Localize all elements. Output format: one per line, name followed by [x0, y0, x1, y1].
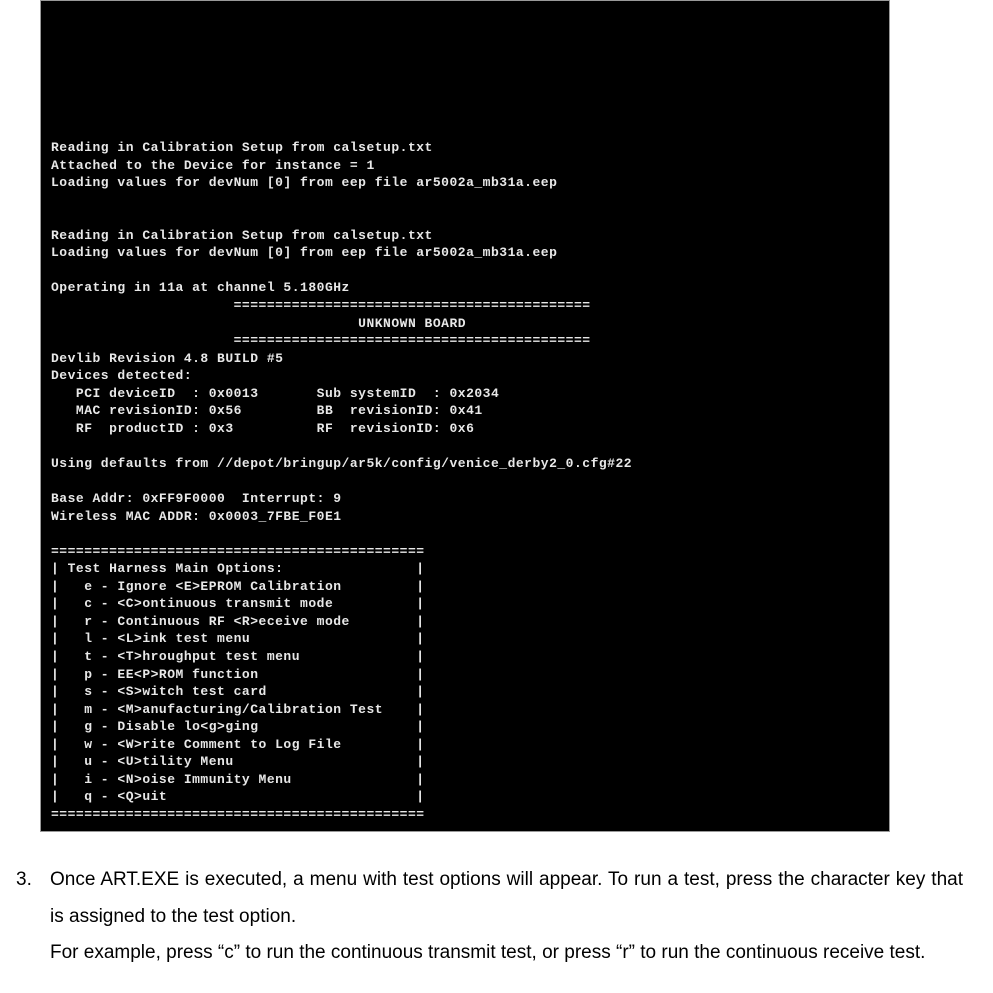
- term-separator: ========================================…: [51, 298, 591, 313]
- term-menu-item-i[interactable]: | i - <N>oise Immunity Menu |: [51, 772, 425, 787]
- term-board-label: UNKNOWN BOARD: [51, 316, 466, 331]
- term-line: Reading in Calibration Setup from calset…: [51, 140, 433, 155]
- step-text-2: For example, press “c” to run the contin…: [50, 942, 925, 963]
- term-line: Base Addr: 0xFF9F0000 Interrupt: 9: [51, 491, 342, 506]
- term-menu-item-r[interactable]: | r - Continuous RF <R>eceive mode |: [51, 614, 425, 629]
- term-line: Using defaults from //depot/bringup/ar5k…: [51, 456, 632, 471]
- term-device-row: MAC revisionID: 0x56 BB revisionID: 0x41: [51, 403, 483, 418]
- terminal-screenshot: Reading in Calibration Setup from calset…: [40, 0, 890, 832]
- term-menu-item-m[interactable]: | m - <M>anufacturing/Calibration Test |: [51, 702, 425, 717]
- term-menu-item-g[interactable]: | g - Disable lo<g>ging |: [51, 719, 425, 734]
- terminal-top-spacer: [51, 27, 879, 122]
- term-line: Reading in Calibration Setup from calset…: [51, 228, 433, 243]
- term-device-row: RF productID : 0x3 RF revisionID: 0x6: [51, 421, 474, 436]
- step-text-1: Once ART.EXE is executed, a menu with te…: [50, 869, 963, 926]
- term-separator: ========================================…: [51, 333, 591, 348]
- term-line: Wireless MAC ADDR: 0x0003_7FBE_F0E1: [51, 509, 342, 524]
- term-menu-sep: ========================================…: [51, 544, 425, 559]
- step-body: Once ART.EXE is executed, a menu with te…: [50, 862, 963, 970]
- term-line: Devlib Revision 4.8 BUILD #5: [51, 351, 283, 366]
- term-menu-item-w[interactable]: | w - <W>rite Comment to Log File |: [51, 737, 425, 752]
- step-number: 3.: [10, 862, 50, 970]
- term-line: Loading values for devNum [0] from eep f…: [51, 175, 557, 190]
- term-menu-item-t[interactable]: | t - <T>hroughput test menu |: [51, 649, 425, 664]
- term-menu-item-c[interactable]: | c - <C>ontinuous transmit mode |: [51, 596, 425, 611]
- term-menu-sep: ========================================…: [51, 807, 425, 822]
- terminal-content: Reading in Calibration Setup from calset…: [41, 1, 889, 831]
- term-line: Operating in 11a at channel 5.180GHz: [51, 280, 350, 295]
- term-menu-item-u[interactable]: | u - <U>tility Menu |: [51, 754, 425, 769]
- term-menu-item-p[interactable]: | p - EE<P>ROM function |: [51, 667, 425, 682]
- term-line: Loading values for devNum [0] from eep f…: [51, 245, 557, 260]
- term-menu-item-s[interactable]: | s - <S>witch test card |: [51, 684, 425, 699]
- term-device-row: PCI deviceID : 0x0013 Sub systemID : 0x2…: [51, 386, 499, 401]
- term-menu-title: | Test Harness Main Options: |: [51, 561, 425, 576]
- term-line: Attached to the Device for instance = 1: [51, 158, 375, 173]
- document-page: Reading in Calibration Setup from calset…: [0, 0, 993, 993]
- term-menu-item-q[interactable]: | q - <Q>uit |: [51, 789, 425, 804]
- term-menu-item-l[interactable]: | l - <L>ink test menu |: [51, 631, 425, 646]
- instruction-step-3: 3. Once ART.EXE is executed, a menu with…: [10, 862, 963, 970]
- term-menu-item-e[interactable]: | e - Ignore <E>EPROM Calibration |: [51, 579, 425, 594]
- term-line: Devices detected:: [51, 368, 192, 383]
